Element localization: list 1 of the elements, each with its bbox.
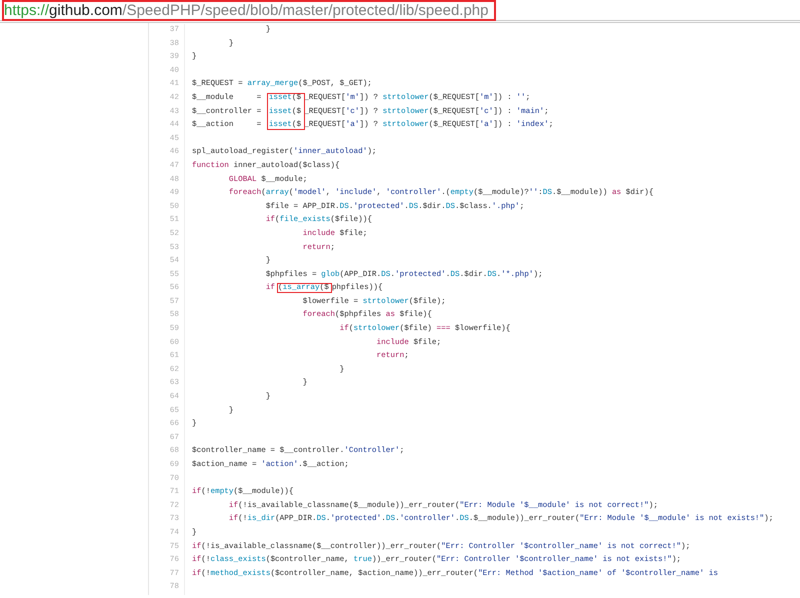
url-text[interactable]: https://github.com/SpeedPHP/speed/blob/master/protected/lib/speed.php: [2, 0, 496, 20]
